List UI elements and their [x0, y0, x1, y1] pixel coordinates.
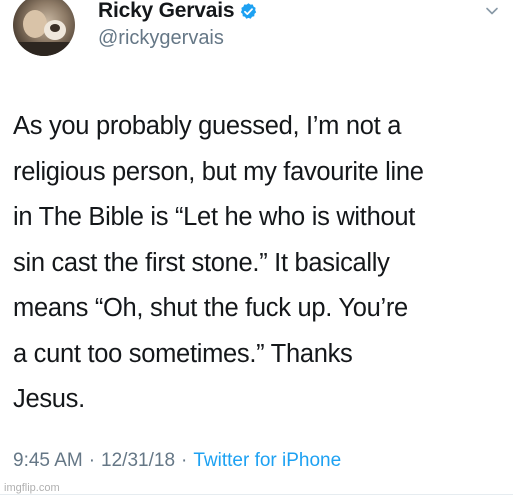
author-display-name[interactable]: Ricky Gervais	[98, 0, 235, 23]
avatar[interactable]	[13, 0, 75, 56]
tweet-text: As you probably guessed, I’m not a relig…	[13, 104, 508, 423]
watermark: imgflip.com	[4, 482, 60, 494]
tweet-date[interactable]: 12/31/18	[101, 450, 175, 471]
verified-badge-icon	[239, 2, 258, 21]
tweet-text-line: religious person, but my favourite line	[13, 157, 424, 186]
tweet-text-line: sin cast the first stone.” It basically	[13, 248, 390, 277]
avatar-photo-icon	[13, 10, 75, 56]
tweet-card: Ricky Gervais @rickygervais As you proba…	[0, 0, 513, 500]
author-handle[interactable]: @rickygervais	[98, 27, 224, 50]
meta-separator: ·	[88, 450, 96, 471]
tweet-text-line: Jesus.	[13, 385, 85, 413]
tweet-text-line: in The Bible is “Let he who is without	[13, 203, 416, 231]
tweet-meta: 9:45 AM · 12/31/18 · Twitter for iPhone	[13, 450, 341, 472]
author-name-row: Ricky Gervais	[98, 0, 258, 24]
tweet-text-line: As you probably guessed, I’m not a	[13, 112, 402, 140]
meta-separator: ·	[181, 450, 188, 471]
divider	[0, 494, 513, 495]
tweet-time[interactable]: 9:45 AM	[13, 450, 83, 471]
chevron-down-icon[interactable]	[485, 4, 499, 18]
tweet-text-line: a cunt too sometimes.” Thanks	[13, 339, 353, 368]
tweet-source-link[interactable]: Twitter for iPhone	[193, 450, 341, 471]
tweet-text-line: means “Oh, shut the fuck up. You’re	[13, 294, 408, 322]
